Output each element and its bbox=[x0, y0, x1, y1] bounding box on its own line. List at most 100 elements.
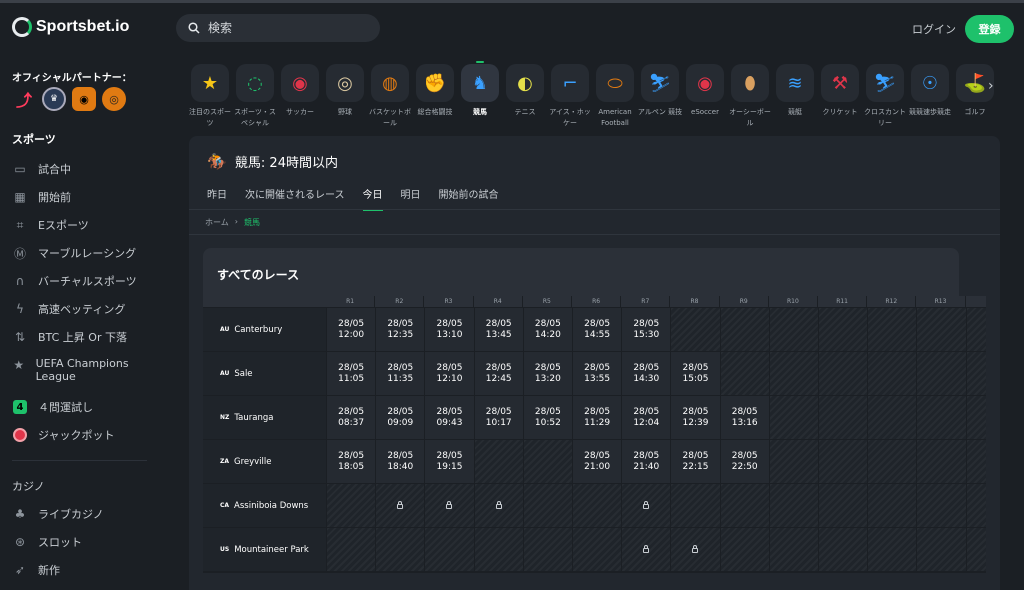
race-time-cell[interactable]: 28/05 11:35 bbox=[376, 352, 425, 395]
register-button[interactable]: 登録 bbox=[965, 15, 1014, 43]
race-time-text: 21:00 bbox=[584, 461, 611, 472]
sport-tab[interactable]: ◌ スポーツ・スペシャル bbox=[234, 64, 276, 129]
sidebar-casino-item[interactable]: ♣ ライブカジノ bbox=[12, 506, 152, 522]
race-time-cell[interactable]: 28/05 18:05 bbox=[327, 440, 376, 483]
venue-cell[interactable]: AU Canterbury bbox=[203, 308, 326, 351]
sidebar-sports-item[interactable]: ϟ 高速ベッティング bbox=[12, 301, 152, 317]
race-time-cell[interactable]: 28/05 22:50 bbox=[720, 440, 769, 483]
sidebar-sports-item[interactable]: 4 ４問運試し bbox=[12, 399, 152, 415]
four-badge: 4 bbox=[13, 400, 27, 414]
race-time-cell[interactable]: 28/05 13:45 bbox=[474, 308, 523, 351]
empty-race-cell bbox=[671, 308, 720, 351]
race-time-cell[interactable]: 28/05 11:29 bbox=[573, 396, 622, 439]
sport-tab[interactable]: ★ 注目のスポーツ bbox=[189, 64, 231, 129]
race-time-cell[interactable]: 28/05 18:40 bbox=[376, 440, 425, 483]
race-time-text: 28/05 bbox=[682, 450, 709, 461]
laliga-logo-icon[interactable]: ⤴ bbox=[12, 87, 36, 111]
newcastle-logo-icon[interactable]: ♛ bbox=[42, 87, 66, 111]
chevron-right-icon[interactable]: › bbox=[988, 78, 994, 94]
race-time-cell[interactable]: 28/05 12:39 bbox=[671, 396, 720, 439]
sidebar-sports-item[interactable]: Ⓜ マーブルレーシング bbox=[12, 245, 152, 261]
empty-race-cell bbox=[917, 528, 966, 571]
race-time-cell[interactable]: 28/05 21:40 bbox=[622, 440, 671, 483]
race-time-cell[interactable]: 28/05 12:00 bbox=[327, 308, 376, 351]
race-time-cell[interactable]: 28/05 10:52 bbox=[523, 396, 572, 439]
race-time-cell[interactable]: 28/05 13:10 bbox=[425, 308, 474, 351]
race-time-cell[interactable]: 28/05 09:09 bbox=[376, 396, 425, 439]
sport-tab[interactable]: ⚒ クリケット bbox=[819, 64, 861, 118]
venue-cell[interactable]: NZ Tauranga bbox=[203, 396, 326, 439]
day-tab[interactable]: 開始前の試合 bbox=[439, 186, 499, 211]
race-time-text: 11:35 bbox=[387, 373, 414, 384]
sport-tab[interactable]: ⌐ アイス・ホッケー bbox=[549, 64, 591, 129]
day-tab[interactable]: 今日 bbox=[362, 186, 383, 211]
sidebar-sports-item[interactable]: ★ UEFA Champions League bbox=[12, 357, 152, 383]
race-time-cell[interactable]: 28/05 19:15 bbox=[425, 440, 474, 483]
esoccer-icon: ◉ bbox=[686, 64, 724, 102]
race-time-cell[interactable]: 28/05 14:55 bbox=[573, 308, 622, 351]
sport-tab[interactable]: ◉ eSoccer bbox=[684, 64, 726, 118]
breadcrumb-home[interactable]: ホーム bbox=[205, 217, 229, 228]
race-time-cell[interactable]: 28/05 12:10 bbox=[425, 352, 474, 395]
sport-tab[interactable]: ⬮ オーシーボール bbox=[729, 64, 771, 129]
race-time-cell[interactable]: 28/05 22:15 bbox=[671, 440, 720, 483]
sport-tab-label: クロスカントリー bbox=[864, 108, 906, 127]
venue-cell[interactable]: US Mountaineer Park bbox=[203, 528, 326, 571]
sidebar-casino-item[interactable]: ⊛ スロット bbox=[12, 534, 152, 550]
race-time-cell[interactable]: 28/05 14:30 bbox=[622, 352, 671, 395]
sidebar-sports-item[interactable]: ▦ 開始前 bbox=[12, 189, 152, 205]
sidebar-sports-item[interactable]: ⌗ Eスポーツ bbox=[12, 217, 152, 233]
sport-tab[interactable]: ◎ 野球 bbox=[324, 64, 366, 118]
sidebar-casino-item[interactable]: ➶ 新作 bbox=[12, 562, 152, 578]
sidebar-sports-item[interactable]: ∩ バーチャルスポーツ bbox=[12, 273, 152, 289]
sport-tab[interactable]: ♞ 競馬 bbox=[459, 61, 501, 118]
sport-tab[interactable]: ◐ テニス bbox=[504, 64, 546, 118]
sport-tab[interactable]: ⛷ クロスカントリー bbox=[864, 64, 906, 129]
sport-tab[interactable]: ⬭ American Football bbox=[594, 64, 636, 129]
sport-tab[interactable]: ⛷ アルペン 競技 bbox=[638, 64, 682, 118]
race-time-text: 28/05 bbox=[633, 406, 660, 417]
sport-tab[interactable]: ✊ 総合格闘技 bbox=[414, 64, 456, 118]
race-time-cell[interactable]: 28/05 14:20 bbox=[523, 308, 572, 351]
race-time-cell[interactable]: 28/05 11:05 bbox=[327, 352, 376, 395]
sidebar-sports-item[interactable]: ジャックポット bbox=[12, 427, 152, 443]
race-time-text: 09:09 bbox=[387, 417, 414, 428]
venue-cell[interactable]: ZA Greyville bbox=[203, 440, 326, 483]
sport-tab[interactable]: ◉ サッカー bbox=[279, 64, 321, 118]
sport-tab[interactable]: ◍ バスケットボール bbox=[369, 64, 411, 129]
day-tab[interactable]: 次に開催されるレース bbox=[245, 186, 345, 211]
race-time-cell[interactable]: 28/05 08:37 bbox=[327, 396, 376, 439]
brand-logo[interactable]: Sportsbet.io bbox=[12, 17, 129, 37]
race-time-cell[interactable]: 28/05 13:20 bbox=[523, 352, 572, 395]
race-column-header: R11 bbox=[818, 296, 867, 307]
basketball-partner-logo-icon[interactable]: ◎ bbox=[102, 87, 126, 111]
empty-race-cell bbox=[917, 352, 966, 395]
baseball-icon: ◎ bbox=[326, 64, 364, 102]
race-time-cell[interactable]: 28/05 10:17 bbox=[474, 396, 523, 439]
venue-cell[interactable]: AU Sale bbox=[203, 352, 326, 395]
race-time-cell[interactable]: 28/05 12:45 bbox=[474, 352, 523, 395]
venue-cell[interactable]: CA Assiniboia Downs bbox=[203, 484, 326, 527]
race-time-cell[interactable]: 28/05 15:05 bbox=[671, 352, 720, 395]
empty-race-cell bbox=[523, 440, 572, 483]
race-time-cell[interactable]: 28/05 12:04 bbox=[622, 396, 671, 439]
sport-tab[interactable]: ≋ 競艇 bbox=[774, 64, 816, 118]
race-time-text: 28/05 bbox=[731, 406, 758, 417]
sidebar-sports-item-label: UEFA Champions League bbox=[35, 357, 129, 383]
sport-tab[interactable]: ☉ 競競速歩競走 bbox=[909, 64, 951, 118]
sports-section-title: スポーツ bbox=[12, 133, 56, 146]
day-tab[interactable]: 明日 bbox=[401, 186, 421, 211]
search-bar[interactable] bbox=[176, 14, 380, 42]
hull-city-logo-icon[interactable]: ◉ bbox=[72, 87, 96, 111]
race-time-cell[interactable]: 28/05 12:35 bbox=[376, 308, 425, 351]
race-time-cell[interactable]: 28/05 15:30 bbox=[622, 308, 671, 351]
sidebar-sports-item[interactable]: ⇅ BTC 上昇 Or 下落 bbox=[12, 329, 152, 345]
sidebar-sports-item[interactable]: ▭ 試合中 bbox=[12, 161, 152, 177]
search-input[interactable] bbox=[208, 21, 358, 35]
login-link[interactable]: ログイン bbox=[912, 21, 956, 37]
race-time-cell[interactable]: 28/05 21:00 bbox=[573, 440, 622, 483]
race-time-cell[interactable]: 28/05 13:16 bbox=[720, 396, 769, 439]
race-time-cell[interactable]: 28/05 09:43 bbox=[425, 396, 474, 439]
race-time-cell[interactable]: 28/05 13:55 bbox=[573, 352, 622, 395]
day-tab[interactable]: 昨日 bbox=[207, 186, 227, 211]
